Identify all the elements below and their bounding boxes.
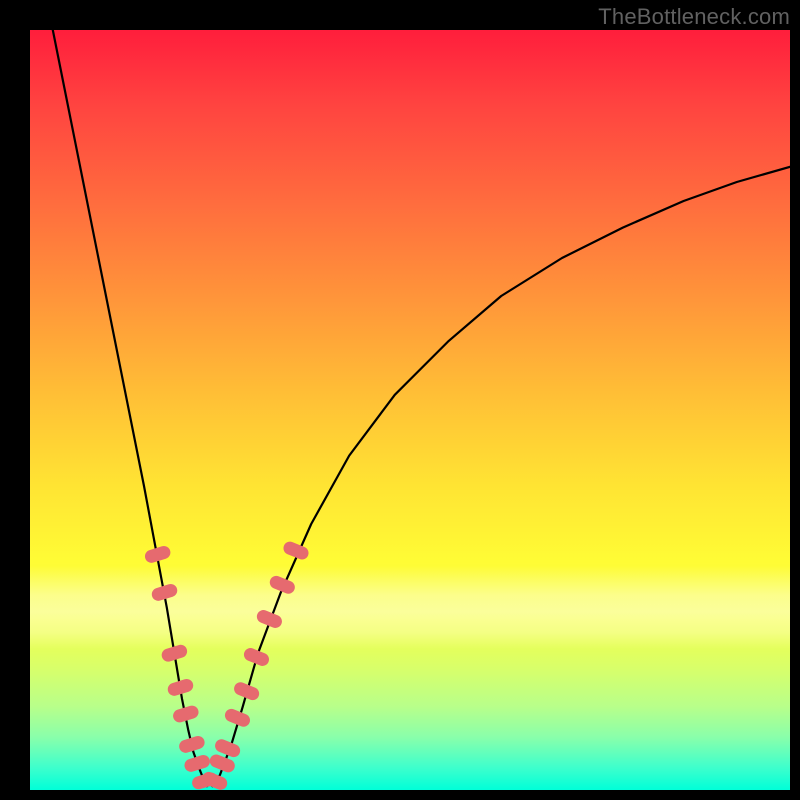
data-marker [232,680,261,702]
data-marker [242,646,271,668]
left-branch-curve [53,30,207,786]
data-marker [183,753,212,773]
chart-frame: TheBottleneck.com [0,0,800,800]
right-branch-curve [212,167,790,786]
data-marker [178,734,207,754]
marker-group [143,540,310,790]
data-marker [255,608,284,630]
curve-layer [30,30,790,790]
data-marker [268,574,297,596]
plot-area [30,30,790,790]
watermark-text: TheBottleneck.com [598,4,790,30]
data-marker [160,643,189,663]
